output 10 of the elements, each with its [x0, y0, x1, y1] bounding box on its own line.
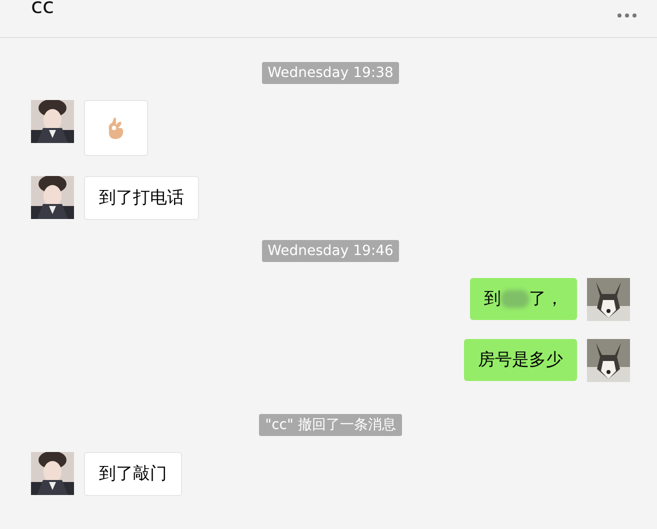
- message-bubble: 房号是多少: [464, 339, 577, 381]
- redaction-blur: [501, 290, 529, 308]
- timestamp: Wednesday 19:38: [262, 62, 400, 84]
- message-bubble: 到了打电话: [84, 176, 199, 220]
- recall-notice: "cc" 撤回了一条消息: [259, 414, 402, 436]
- message-bubble: 到了敲门: [84, 452, 182, 496]
- more-icon[interactable]: [617, 13, 637, 18]
- message-bubble: 到 了，: [470, 278, 577, 320]
- timestamp: Wednesday 19:46: [262, 240, 400, 262]
- chat-title: cc: [31, 0, 54, 17]
